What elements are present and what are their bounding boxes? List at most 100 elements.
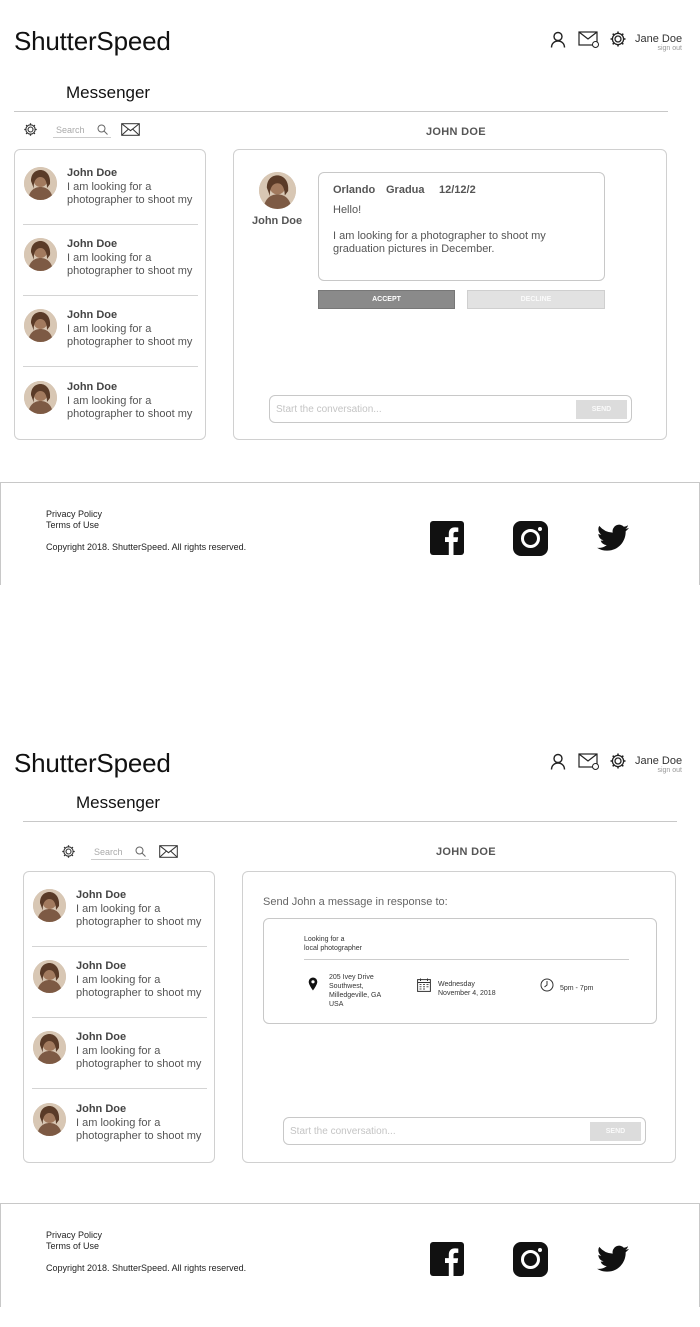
conversation-header: JOHN DOE — [436, 846, 496, 858]
conversation-list: John Doe I am looking for a photographer … — [23, 871, 215, 1163]
conversation-preview: I am looking for a photographer to shoot … — [67, 323, 193, 348]
conversation-preview: I am looking for a photographer to shoot … — [76, 974, 202, 999]
header-divider — [23, 821, 677, 822]
message-body: I am looking for a photographer to shoot… — [333, 230, 546, 255]
user-icon[interactable] — [548, 751, 568, 771]
conversation-item[interactable]: John Doe I am looking for a photographer … — [32, 876, 207, 947]
response-label: Send John a message in response to: — [263, 896, 448, 908]
send-button[interactable]: SEND — [590, 1122, 641, 1141]
job-address: 205 Ivey Drive Southwest, Milledgeville, G… — [329, 974, 382, 1008]
conversation-preview: I am looking for a photographer to shoot … — [76, 1045, 202, 1070]
user-name[interactable]: Jane Doe — [635, 33, 682, 45]
send-button[interactable]: SEND — [576, 400, 627, 419]
sign-out-link[interactable]: sign out — [640, 767, 682, 774]
conversation-item[interactable]: John Doe I am looking for a photographer … — [23, 368, 198, 439]
conversation-preview: I am looking for a photographer to shoot … — [67, 252, 193, 277]
search-placeholder: Search — [56, 124, 85, 135]
compose-input[interactable]: Start the conversation... — [276, 404, 382, 415]
clock-icon — [540, 978, 554, 992]
conversation-list: John Doe I am looking for a photographer … — [14, 149, 206, 440]
header-divider — [14, 111, 668, 112]
conversation-preview: I am looking for a photographer to shoot … — [67, 181, 193, 206]
instagram-icon[interactable] — [513, 1242, 548, 1277]
divider — [23, 366, 198, 367]
footer: Privacy Policy Terms of Use Copyright 20… — [0, 1203, 700, 1307]
facebook-icon[interactable] — [430, 1242, 464, 1276]
conversation-name: John Doe — [76, 1031, 127, 1043]
conversation-preview: I am looking for a photographer to shoot … — [67, 395, 193, 420]
instagram-icon[interactable] — [513, 521, 548, 556]
copyright: Copyright 2018. ShutterSpeed. All rights… — [46, 1263, 247, 1273]
avatar — [24, 309, 57, 342]
compose-mail-icon[interactable] — [159, 845, 179, 859]
user-icon[interactable] — [548, 29, 568, 49]
search-input[interactable]: Search — [53, 122, 111, 138]
decline-button[interactable]: DECLINE — [467, 290, 605, 309]
avatar — [33, 1031, 66, 1064]
terms-link[interactable]: Terms of Use — [46, 520, 99, 530]
privacy-link[interactable]: Privacy Policy — [46, 509, 102, 519]
conversation-item[interactable]: John Doe I am looking for a photographer … — [23, 154, 198, 225]
conversation-item[interactable]: John Doe I am looking for a photographer … — [23, 296, 198, 367]
privacy-link[interactable]: Privacy Policy — [46, 1230, 102, 1240]
twitter-icon[interactable] — [597, 1245, 631, 1279]
avatar — [24, 167, 57, 200]
brand-logo[interactable]: ShutterSpeed — [14, 26, 171, 57]
conversation-preview: I am looking for a photographer to shoot … — [76, 903, 202, 928]
page-title: Messenger — [76, 793, 161, 812]
job-time: 5pm - 7pm — [560, 985, 594, 992]
conversation-item[interactable]: John Doe I am looking for a photographer … — [32, 947, 207, 1018]
sign-out-link[interactable]: sign out — [640, 45, 682, 52]
footer: Privacy Policy Terms of Use Copyright 20… — [0, 482, 700, 585]
conversation-item[interactable]: John Doe I am looking for a photographer … — [32, 1090, 207, 1161]
conversation-preview: I am looking for a photographer to shoot … — [76, 1117, 202, 1142]
conversation-name: John Doe — [67, 167, 118, 179]
conversation-name: John Doe — [76, 960, 127, 972]
request-type: Gradua — [386, 184, 425, 196]
accept-button[interactable]: ACCEPT — [318, 290, 455, 309]
terms-link[interactable]: Terms of Use — [46, 1241, 99, 1251]
response-panel: Send John a message in response to: Look… — [242, 871, 676, 1163]
job-date: Wednesday November 4, 2018 — [438, 981, 496, 997]
message-compose: Start the conversation... SEND — [283, 1117, 646, 1145]
conversation-name: John Doe — [67, 238, 118, 250]
request-location: Orlando — [333, 184, 376, 196]
gear-icon[interactable] — [61, 844, 77, 860]
avatar — [24, 381, 57, 414]
gear-icon[interactable] — [608, 751, 628, 771]
compose-input[interactable]: Start the conversation... — [290, 1126, 396, 1137]
search-input[interactable]: Search — [91, 844, 149, 860]
brand-logo[interactable]: ShutterSpeed — [14, 748, 171, 779]
conversation-name: John Doe — [76, 1103, 127, 1115]
divider — [304, 959, 629, 960]
avatar — [33, 1103, 66, 1136]
conversation-item[interactable]: John Doe I am looking for a photographer … — [23, 225, 198, 296]
avatar — [33, 960, 66, 993]
gear-icon[interactable] — [23, 122, 39, 138]
copyright: Copyright 2018. ShutterSpeed. All rights… — [46, 542, 247, 552]
compose-mail-icon[interactable] — [121, 123, 141, 137]
job-card[interactable]: Looking for a local photographer 205 Ivey… — [263, 918, 657, 1024]
avatar — [24, 238, 57, 271]
conversation-name: John Doe — [76, 889, 127, 901]
conversation-item[interactable]: John Doe I am looking for a photographer … — [32, 1018, 207, 1089]
conversation-header: JOHN DOE — [426, 126, 486, 138]
mail-icon[interactable] — [578, 29, 600, 49]
search-icon — [135, 846, 146, 857]
request-date: 12/12/2 — [439, 184, 476, 196]
message-compose: Start the conversation... SEND — [269, 395, 632, 423]
message-card: Orlando Gradua 12/12/2 Hello! I am looki… — [318, 172, 605, 281]
user-name[interactable]: Jane Doe — [635, 755, 682, 767]
gear-icon[interactable] — [608, 29, 628, 49]
job-title: Looking for a local photographer — [304, 936, 362, 952]
avatar — [259, 172, 296, 209]
twitter-icon[interactable] — [597, 524, 631, 558]
avatar — [33, 889, 66, 922]
facebook-icon[interactable] — [430, 521, 464, 555]
conversation-name: John Doe — [67, 381, 118, 393]
conversation-name: John Doe — [67, 309, 118, 321]
divider — [32, 1088, 207, 1089]
mail-icon[interactable] — [578, 751, 600, 771]
conversation-panel: John Doe Orlando Gradua 12/12/2 Hello! I… — [233, 149, 667, 440]
sender-name: John Doe — [252, 215, 303, 227]
